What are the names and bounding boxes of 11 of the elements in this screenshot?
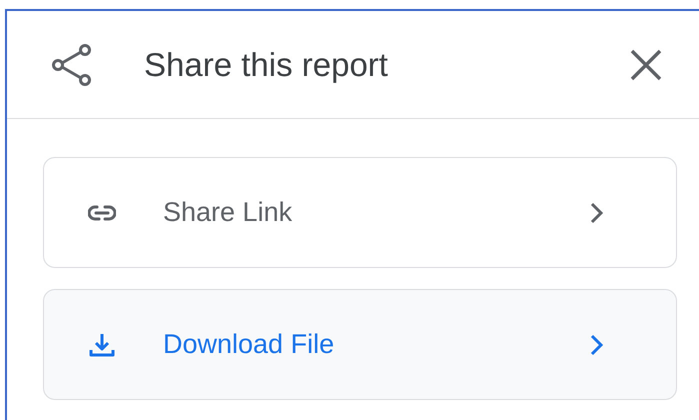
dialog-title: Share this report [144, 46, 389, 84]
chevron-right-icon [590, 334, 604, 356]
option-label: Share Link [163, 197, 294, 228]
link-icon [88, 204, 116, 220]
close-button[interactable] [629, 48, 663, 82]
option-label: Download File [163, 329, 336, 360]
download-icon [89, 332, 115, 358]
chevron-right-icon [590, 202, 604, 224]
share-option[interactable]: Share Link [43, 157, 677, 268]
share-option[interactable]: Download File [43, 289, 677, 400]
share-icon [50, 42, 94, 86]
